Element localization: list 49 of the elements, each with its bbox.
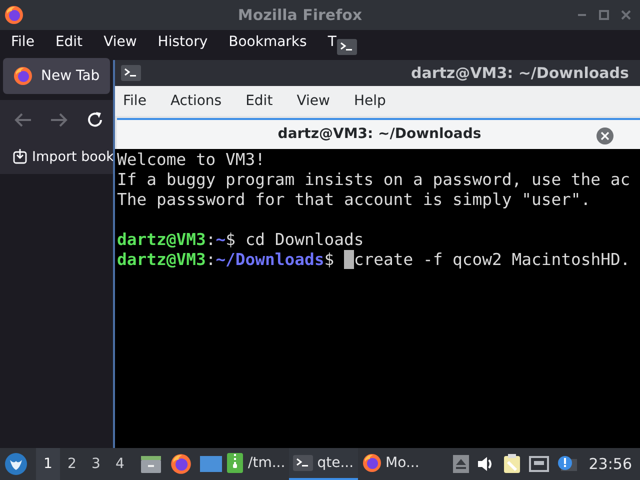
- firefox-icon[interactable]: [170, 453, 192, 475]
- forward-icon[interactable]: [50, 112, 68, 128]
- archive-icon: [226, 452, 244, 474]
- file-cabinet-icon[interactable]: [140, 454, 162, 474]
- menu-item[interactable]: Edit: [55, 32, 83, 52]
- firefox-icon: [362, 453, 382, 473]
- import-icon[interactable]: [12, 149, 28, 165]
- close-icon[interactable]: [596, 127, 614, 145]
- menu-item[interactable]: File: [123, 90, 146, 112]
- notification-icon[interactable]: [556, 455, 577, 473]
- terminal-icon: [337, 39, 357, 55]
- menu-item[interactable]: T: [328, 32, 336, 52]
- terminal-line: Welcome to VM3!: [117, 150, 266, 170]
- back-icon[interactable]: [14, 112, 32, 128]
- firefox-icon: [13, 66, 33, 86]
- menu-item[interactable]: View: [104, 32, 137, 52]
- taskbar-task[interactable]: Mo...: [358, 448, 424, 480]
- menu-item[interactable]: Actions: [170, 90, 222, 112]
- menu-item[interactable]: History: [158, 32, 208, 52]
- terminal-line: dartz@VM3:~/Downloads$ create -f qcow2 MacintoshHD.: [117, 250, 632, 270]
- start-menu-icon[interactable]: [4, 452, 28, 476]
- terminal-line: The passsword for that account is simply "user".: [117, 190, 592, 210]
- network-icon[interactable]: [528, 456, 549, 472]
- eject-icon[interactable]: [452, 455, 469, 473]
- taskbar-task[interactable]: /tm...: [222, 448, 290, 480]
- terminal-line: dartz@VM3:~$ cd Downloads: [117, 230, 365, 250]
- taskbar-task[interactable]: qte...: [289, 448, 358, 480]
- menu-item[interactable]: Help: [354, 90, 386, 112]
- menu-item[interactable]: View: [296, 90, 330, 112]
- clipboard-icon[interactable]: [502, 454, 521, 474]
- workspace-button[interactable]: 1: [36, 448, 60, 480]
- reload-icon[interactable]: [86, 111, 104, 129]
- terminal-icon: [121, 65, 141, 81]
- workspace-button[interactable]: 2: [60, 448, 84, 480]
- clock: 23:56: [588, 454, 632, 475]
- window-title: Mozilla Firefox: [236, 4, 364, 26]
- menu-item[interactable]: File: [11, 32, 34, 52]
- menu-item[interactable]: Edit: [246, 90, 273, 112]
- terminal-line: If a buggy program insists on a password, use the ac: [117, 170, 632, 190]
- bookmark-link[interactable]: Import book: [32, 146, 114, 168]
- desktop-icon[interactable]: [200, 455, 222, 473]
- workspace-button[interactable]: 4: [108, 448, 132, 480]
- terminal-icon: [293, 455, 314, 471]
- terminal-tab[interactable]: dartz@VM3: ~/Downloads: [117, 118, 640, 149]
- menu-item[interactable]: Bookmarks: [228, 32, 307, 52]
- firefox-icon: [4, 5, 24, 25]
- window-title: dartz@VM3: ~/Downloads: [411, 62, 629, 84]
- workspace-button[interactable]: 3: [84, 448, 108, 480]
- browser-tab[interactable]: New Tab: [3, 58, 110, 94]
